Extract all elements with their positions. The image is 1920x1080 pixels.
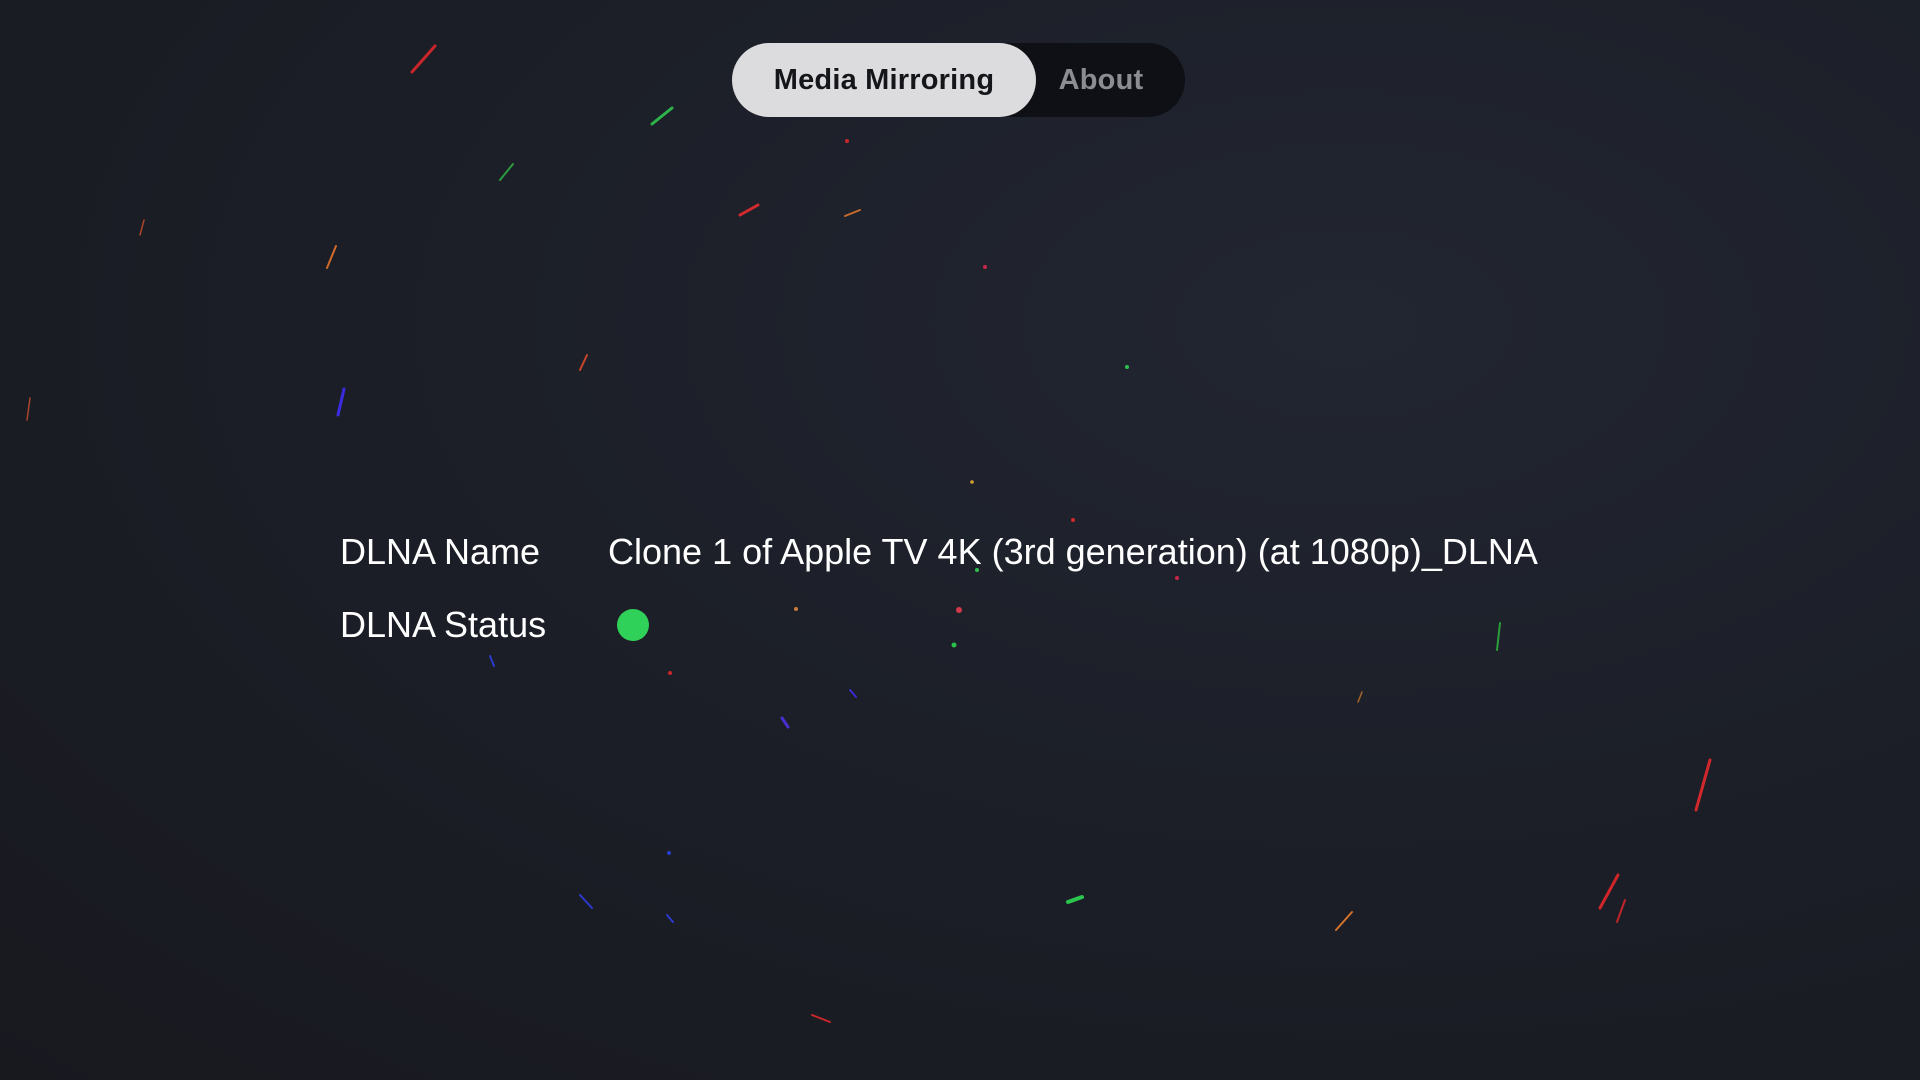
dlna-info-panel: DLNA Name Clone 1 of Apple TV 4K (3rd ge… xyxy=(340,522,1538,668)
tab-about[interactable]: About xyxy=(1036,43,1164,117)
dlna-name-row: DLNA Name Clone 1 of Apple TV 4K (3rd ge… xyxy=(340,522,1538,582)
dlna-name-value: Clone 1 of Apple TV 4K (3rd generation) … xyxy=(608,531,1538,572)
tab-media-mirroring[interactable]: Media Mirroring xyxy=(732,43,1036,117)
dlna-status-row: DLNA Status xyxy=(340,595,1538,655)
top-tab-bar: Media Mirroring About xyxy=(732,43,1185,117)
dlna-status-label: DLNA Status xyxy=(340,604,547,645)
dlna-name-label: DLNA Name xyxy=(340,531,541,572)
status-indicator-icon xyxy=(617,609,649,641)
